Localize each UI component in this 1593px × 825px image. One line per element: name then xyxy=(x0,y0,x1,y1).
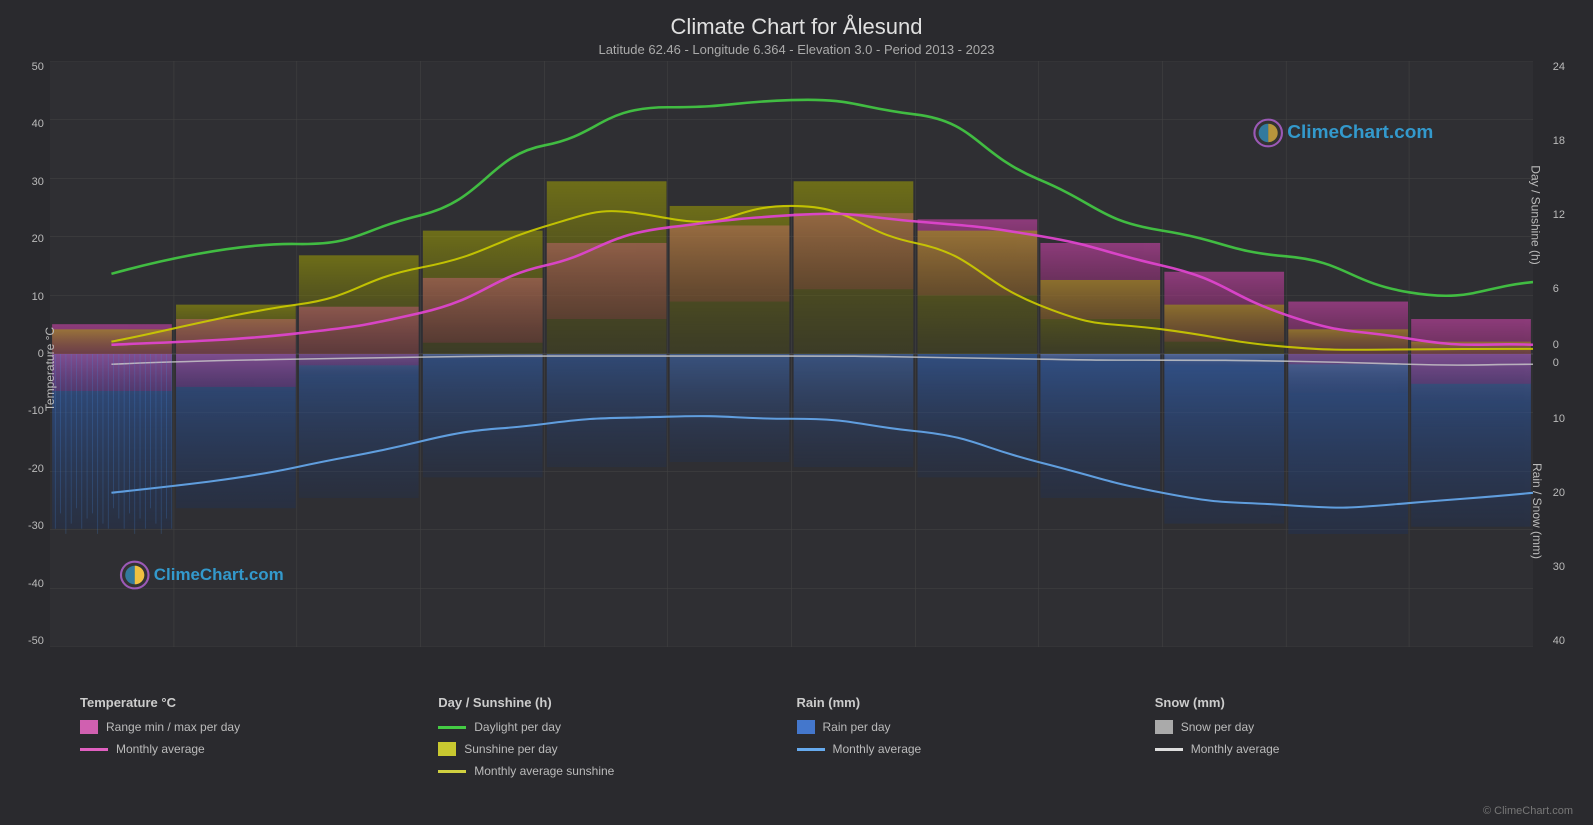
legend-rain-swatch xyxy=(797,720,815,734)
legend-daylight-title: Day / Sunshine (h) xyxy=(438,695,796,710)
legend-snow-avg-label: Monthly average xyxy=(1191,742,1280,756)
legend-sunshine-avg-line xyxy=(438,770,466,773)
page-wrapper: Climate Chart for Ålesund Latitude 62.46… xyxy=(0,0,1593,825)
legend-snow: Snow (mm) Snow per day Monthly average ©… xyxy=(1155,695,1513,815)
legend-daylight-line xyxy=(438,726,466,729)
legend-daylight: Day / Sunshine (h) Daylight per day Suns… xyxy=(438,695,796,815)
legend-sunshine-label: Sunshine per day xyxy=(464,742,557,756)
legend-sunshine-swatch xyxy=(438,742,456,756)
legend-rain-per-day: Rain per day xyxy=(797,720,1155,734)
y-axis-right-top-label: Day / Sunshine (h) xyxy=(1528,165,1542,264)
legend-rain-avg-line xyxy=(797,748,825,751)
legend-sunshine-per-day: Sunshine per day xyxy=(438,742,796,756)
legend-temp-title: Temperature °C xyxy=(80,695,438,710)
main-chart: 50 40 30 20 10 0 -10 -20 -30 -40 -50 24 … xyxy=(50,61,1533,647)
legend-temp-avg: Monthly average xyxy=(80,742,438,756)
legend-rain-avg: Monthly average xyxy=(797,742,1155,756)
legend-sunshine-avg-label: Monthly average sunshine xyxy=(474,764,614,778)
legend-area: Temperature °C Range min / max per day M… xyxy=(0,685,1593,825)
chart-title: Climate Chart for Ålesund xyxy=(0,14,1593,40)
legend-snow-avg: Monthly average xyxy=(1155,742,1513,756)
legend-temp-range-swatch xyxy=(80,720,98,734)
legend-temp-avg-line xyxy=(80,748,108,751)
y-axis-left-numbers: 5040302010 0-10-20-30-40-50 xyxy=(28,61,44,647)
legend-temp-range-label: Range min / max per day xyxy=(106,720,240,734)
legend-rain: Rain (mm) Rain per day Monthly average xyxy=(797,695,1155,815)
legend-snow-avg-line xyxy=(1155,748,1183,751)
legend-daylight-per-day: Daylight per day xyxy=(438,720,796,734)
svg-text:ClimeChart.com: ClimeChart.com xyxy=(1287,121,1433,142)
legend-temp-avg-label: Monthly average xyxy=(116,742,205,756)
y-axis-left-label: Temperature °C xyxy=(43,327,57,411)
svg-text:ClimeChart.com: ClimeChart.com xyxy=(154,565,284,584)
y-axis-right-bottom-numbers: 010203040 xyxy=(1553,339,1565,647)
y-axis-right-top-numbers: 24181260 xyxy=(1553,61,1565,369)
legend-rain-avg-label: Monthly average xyxy=(833,742,922,756)
copyright: © ClimeChart.com xyxy=(1483,805,1573,817)
legend-temperature: Temperature °C Range min / max per day M… xyxy=(80,695,438,815)
chart-subtitle: Latitude 62.46 - Longitude 6.364 - Eleva… xyxy=(0,42,1593,57)
legend-snow-per-day: Snow per day xyxy=(1155,720,1513,734)
legend-temp-range: Range min / max per day xyxy=(80,720,438,734)
legend-daylight-label: Daylight per day xyxy=(474,720,561,734)
legend-sunshine-avg: Monthly average sunshine xyxy=(438,764,796,778)
y-axis-right-bottom-label: Rain / Snow (mm) xyxy=(1530,463,1544,559)
legend-snow-label: Snow per day xyxy=(1181,720,1254,734)
legend-snow-title: Snow (mm) xyxy=(1155,695,1513,710)
legend-rain-title: Rain (mm) xyxy=(797,695,1155,710)
chart-header: Climate Chart for Ålesund Latitude 62.46… xyxy=(0,0,1593,61)
legend-snow-swatch xyxy=(1155,720,1173,734)
legend-rain-label: Rain per day xyxy=(823,720,891,734)
